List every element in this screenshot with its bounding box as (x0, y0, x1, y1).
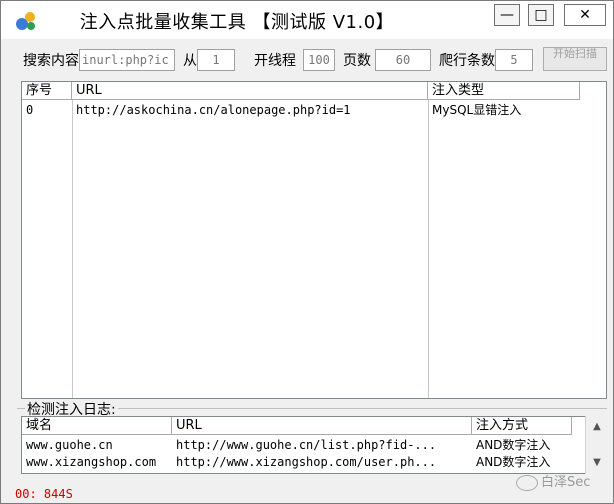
log-url: http://www.guohe.cn/list.php?fid-... (176, 438, 437, 452)
threads-input[interactable]: 100 (303, 49, 335, 71)
row-url: http://askochina.cn/alonepage.php?id=1 (76, 103, 351, 117)
start-scan-button[interactable]: 开始扫描 (543, 47, 607, 71)
title-bar[interactable]: 注入点批量收集工具 【测试版 V1.0】 — □ ✕ (1, 1, 613, 39)
window-title: 注入点批量收集工具 【测试版 V1.0】 (79, 12, 395, 33)
minimize-button[interactable]: — (494, 4, 520, 26)
crawl-input[interactable]: 5 (495, 49, 533, 71)
column-divider (72, 100, 73, 398)
column-divider (428, 100, 429, 398)
column-header-url[interactable]: URL (72, 82, 428, 100)
log-method: AND数字注入 (476, 455, 551, 469)
threads-label: 开线程 (254, 53, 296, 69)
scroll-down-icon[interactable]: ▼ (588, 454, 606, 472)
wechat-icon (516, 474, 538, 491)
log-domain: www.guohe.cn (26, 438, 113, 452)
maximize-button[interactable]: □ (528, 4, 554, 26)
column-header-type[interactable]: 注入类型 (428, 82, 580, 100)
log-method: AND数字注入 (476, 438, 551, 452)
results-table[interactable]: 序号 URL 注入类型 0 http://askochina.cn/alonep… (21, 81, 607, 399)
row-injection-type: MySQL显错注入 (432, 103, 522, 117)
column-header-index[interactable]: 序号 (22, 82, 72, 100)
scroll-up-icon[interactable]: ▲ (588, 418, 606, 436)
log-table[interactable]: 域名 URL 注入方式 www.guohe.cn http://www.guoh… (21, 416, 607, 474)
log-scrollbar[interactable]: ▲ ▼ (585, 416, 608, 474)
from-input[interactable]: 1 (197, 49, 235, 71)
from-label: 从 (183, 53, 197, 69)
app-window: 注入点批量收集工具 【测试版 V1.0】 — □ ✕ 搜索内容 inurl:ph… (0, 0, 614, 504)
column-header-method[interactable]: 注入方式 (472, 417, 572, 435)
search-input[interactable]: inurl:php?ic (79, 49, 175, 71)
crawl-label: 爬行条数 (439, 53, 495, 69)
row-index: 0 (26, 103, 34, 117)
column-header-domain[interactable]: 域名 (22, 417, 172, 435)
column-header-log-url[interactable]: URL (172, 417, 472, 435)
pages-label: 页数 (343, 53, 371, 69)
close-button[interactable]: ✕ (564, 4, 606, 26)
status-text: 00: 844S (15, 487, 73, 501)
watermark-text: 白泽Sec (541, 475, 591, 490)
search-label: 搜索内容 (23, 53, 79, 69)
log-url: http://www.xizangshop.com/user.ph... (176, 455, 437, 469)
watermark: 白泽Sec (516, 471, 590, 491)
pages-input[interactable]: 60 (375, 49, 431, 71)
log-domain: www.xizangshop.com (26, 455, 157, 469)
